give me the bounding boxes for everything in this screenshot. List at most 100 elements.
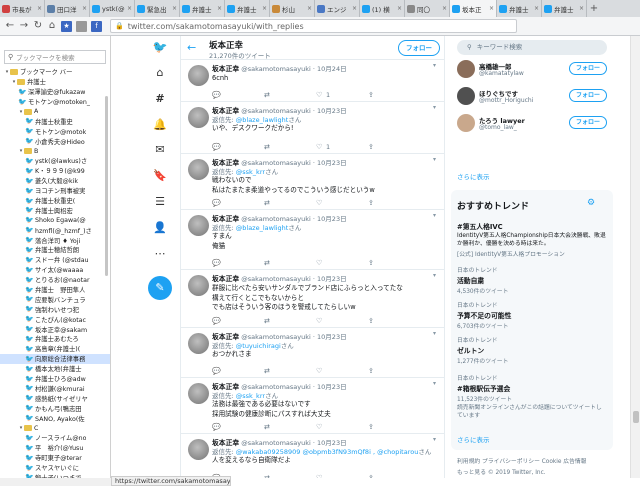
bookmark-item[interactable]: 🐦 弁護士秋重史 — [0, 116, 110, 126]
footer-more-link[interactable]: もっと見る — [457, 470, 486, 476]
suggested-account[interactable]: 高橋雄一郎 @kamatatylaw フォロー — [457, 58, 607, 80]
compose-tweet-button[interactable]: ✎ — [148, 276, 172, 300]
chevron-down-icon[interactable]: ▾ — [433, 380, 436, 387]
follow-button[interactable]: フォロー — [569, 62, 607, 75]
reply-mention-link[interactable]: @blaze_lawlight — [236, 224, 289, 232]
scrollbar-thumb[interactable] — [633, 411, 639, 423]
trend-title[interactable]: #箱根駅伝予選会 — [457, 383, 607, 393]
reply-mention-link[interactable]: @tuyuichiragi — [236, 342, 281, 350]
bookmark-item[interactable]: 🐦 hzmfl(@_hzmf_)さ — [0, 225, 110, 235]
like-icon[interactable]: ♡ — [316, 474, 322, 478]
bookmark-item[interactable]: 🐦 寺町東子@terar — [0, 453, 110, 463]
follow-button[interactable]: フォロー — [398, 40, 440, 56]
home-icon[interactable]: ⌂ — [45, 19, 59, 33]
tweet-date[interactable]: 10月23日 — [317, 333, 347, 341]
tweet[interactable]: 坂本正幸 @sakamotomasayuki · 10月23日 ▾ 返信先: @bl… — [181, 210, 444, 270]
extension-icon[interactable] — [76, 20, 87, 32]
twitter-search-input[interactable]: ⚲ キーワード検索 — [457, 40, 607, 55]
chevron-down-icon[interactable]: ▾ — [433, 156, 436, 163]
bookmark-item[interactable]: 🐦 深澤諭史@fukazaw — [0, 87, 110, 97]
tweet[interactable]: 坂本正幸 @sakamotomasayuki · 10月23日 ▾ 返信先: @ss… — [181, 378, 444, 434]
chevron-down-icon[interactable]: ▾ — [433, 212, 436, 219]
reply-mention-link[interactable]: @ssk_krr — [236, 168, 265, 176]
bookmark-item[interactable]: 🐦 こたぴん(@kotac — [0, 314, 110, 324]
browser-tab[interactable]: 坂本正 × — [450, 0, 497, 17]
retweet-icon[interactable]: ⇄ — [264, 199, 270, 207]
browser-tab[interactable]: 弁護士 × — [225, 0, 270, 17]
chevron-down-icon[interactable]: ▾ — [433, 62, 436, 69]
bookmark-item[interactable]: 🐦 弁護士あむたろ — [0, 334, 110, 344]
tweet-date[interactable]: 10月23日 — [317, 107, 347, 115]
tab-close-icon[interactable]: × — [489, 5, 494, 12]
address-bar[interactable]: 🔒 twitter.com/sakamotomasayuki/with_repl… — [110, 19, 517, 33]
bookmark-item[interactable]: 🐦 弁護士ひろ@adw — [0, 374, 110, 384]
bookmark-item[interactable]: 🐦 とりるお(@naotar — [0, 275, 110, 285]
reply-mention-link[interactable]: @ssk_krr — [236, 392, 265, 400]
tab-close-icon[interactable]: × — [534, 5, 539, 12]
profile-icon[interactable]: 👤 — [152, 220, 168, 236]
footer-link[interactable]: 広告情報 — [563, 459, 586, 465]
tweet[interactable]: 坂本正幸 @sakamotomasayuki · 10月23日 ▾ 返信先: @ss… — [181, 154, 444, 210]
retweet-icon[interactable]: ⇄ — [264, 474, 270, 478]
tab-close-icon[interactable]: × — [217, 5, 222, 12]
bookmark-item[interactable]: 🐦 橋本太地(弁護士 — [0, 364, 110, 374]
reload-icon[interactable]: ↻ — [31, 19, 45, 33]
twitter-bird-icon[interactable]: 🐦 — [152, 39, 168, 55]
reply-icon[interactable]: 💬 — [212, 143, 221, 151]
browser-tab[interactable]: ystk(@ × — [90, 0, 135, 17]
like-icon[interactable]: ♡ — [316, 317, 322, 325]
retweet-icon[interactable]: ⇄ — [264, 259, 270, 267]
bookmark-folder[interactable]: ▾ B — [0, 146, 110, 156]
bookmark-item[interactable]: 🐦 村松謙(@kmurai — [0, 384, 110, 394]
reply-icon[interactable]: 💬 — [212, 367, 221, 375]
browser-tab[interactable]: 弁護士 × — [542, 0, 587, 17]
bookmark-item[interactable]: 🐦 スドー弁 (@stdau — [0, 255, 110, 265]
browser-tab[interactable]: (1) 横 × — [360, 0, 405, 17]
tweet-author-name[interactable]: 坂本正幸 — [212, 275, 239, 283]
avatar[interactable] — [457, 114, 475, 132]
avatar[interactable] — [188, 333, 209, 354]
share-icon[interactable]: ⇪ — [368, 317, 374, 325]
tweet[interactable]: 坂本正幸 @sakamotomasayuki · 10月23日 ▾ 群服に比べたら安… — [181, 270, 444, 328]
bookmark-item[interactable]: 🐦 スヤスヤいぐに — [0, 463, 110, 473]
avatar[interactable] — [457, 60, 475, 78]
footer-link[interactable]: Cookie — [542, 459, 562, 465]
tweet-date[interactable]: 10月23日 — [317, 275, 347, 283]
retweet-icon[interactable]: ⇄ — [264, 91, 270, 99]
tweet-date[interactable]: 10月24日 — [317, 65, 347, 73]
lists-icon[interactable]: ☰ — [152, 194, 168, 210]
bookmark-item[interactable]: 🐦 高島章(弁護士)( — [0, 344, 110, 354]
reply-mention-link[interactable]: @blaze_lawlight — [236, 116, 289, 124]
browser-tab[interactable]: 弁護士 × — [497, 0, 542, 17]
bookmark-item[interactable]: 🐦 モトケン@motoken_ — [0, 97, 110, 107]
tab-close-icon[interactable]: × — [82, 5, 87, 12]
retweet-icon[interactable]: ⇄ — [264, 317, 270, 325]
reply-icon[interactable]: 💬 — [212, 259, 221, 267]
bookmark-item[interactable]: 🐦 坂本正幸@sakam — [0, 324, 110, 334]
trend-title[interactable]: ゼルトン — [457, 345, 607, 355]
bookmark-item[interactable]: 🐦 K・９９９(@k99 — [0, 166, 110, 176]
tab-close-icon[interactable]: × — [442, 5, 447, 12]
bookmark-item[interactable]: 🐦 モトケン@motok — [0, 126, 110, 136]
share-icon[interactable]: ⇪ — [368, 143, 374, 151]
chevron-down-icon[interactable]: ▾ — [433, 330, 436, 337]
bookmark-folder[interactable]: ▾ A — [0, 107, 110, 117]
share-icon[interactable]: ⇪ — [368, 199, 374, 207]
chevron-down-icon[interactable]: ▾ — [433, 436, 436, 443]
page-scrollbar[interactable] — [630, 36, 640, 478]
bookmark-item[interactable]: 🐦 Shoko Egawa(@ — [0, 215, 110, 225]
avatar[interactable] — [188, 439, 209, 460]
gear-icon[interactable]: ⚙ — [587, 198, 595, 208]
avatar[interactable] — [188, 215, 209, 236]
retweet-icon[interactable]: ⇄ — [264, 423, 270, 431]
bookmark-item[interactable]: 🐦 落合洋司 ♦ Yoji — [0, 235, 110, 245]
like-icon[interactable]: ♡ — [316, 91, 322, 99]
new-tab-icon[interactable]: + — [587, 0, 601, 17]
trend-title[interactable]: 活動自粛 — [457, 275, 607, 285]
tab-close-icon[interactable]: × — [262, 5, 267, 12]
tweet-date[interactable]: 10月23日 — [317, 159, 347, 167]
tab-close-icon[interactable]: × — [397, 5, 402, 12]
bookmark-item[interactable]: 🐦 ノースライム@no — [0, 433, 110, 443]
like-icon[interactable]: ♡ — [316, 367, 322, 375]
back-arrow-icon[interactable]: ← — [187, 41, 196, 54]
